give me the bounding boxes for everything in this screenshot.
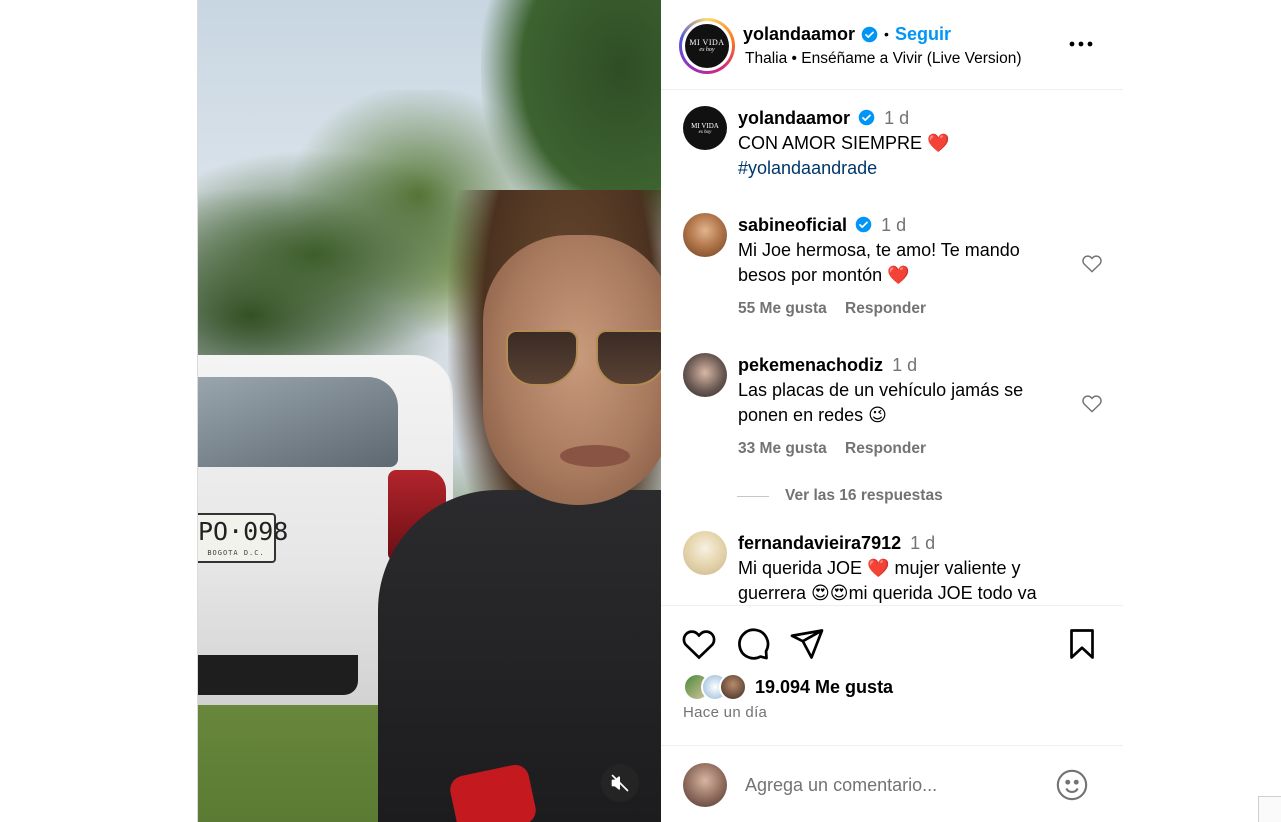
- header-user-row: yolandaamor • Seguir: [743, 22, 951, 46]
- replies-divider: [737, 495, 769, 497]
- comment-input[interactable]: [745, 772, 1045, 798]
- person-lips: [560, 445, 630, 467]
- verified-badge-icon: [858, 109, 875, 126]
- post-sidebar: MI VIDA es hoy yolandaamor • Seguir Thal…: [661, 0, 1123, 822]
- caption-username[interactable]: yolandaamor: [738, 108, 850, 128]
- comment-username[interactable]: fernandavieira7912: [738, 533, 901, 553]
- avatar-logo-text: MI VIDA: [689, 38, 725, 47]
- post-dialog: PO·098 BOGOTA D.C. MI VIDA es hoy yoland…: [197, 0, 1123, 822]
- person-sunglasses: [506, 330, 661, 390]
- caption-time: 1 d: [884, 108, 910, 128]
- more-options-button[interactable]: [1066, 32, 1096, 56]
- author-username[interactable]: yolandaamor: [743, 22, 855, 46]
- reply-button[interactable]: Responder: [845, 440, 926, 457]
- comment-text: Mi querida JOE ❤️ mujer valiente y guerr…: [738, 558, 1037, 603]
- plate-number: PO·098: [198, 517, 289, 546]
- heart-icon[interactable]: [1081, 253, 1103, 273]
- emoji-icon[interactable]: [1055, 768, 1089, 802]
- add-comment-bar: [661, 745, 1123, 822]
- send-icon[interactable]: [789, 626, 825, 662]
- comment-likes[interactable]: 33 Me gusta: [738, 440, 827, 457]
- view-replies-label: Ver las 16 respuestas: [785, 487, 943, 504]
- follow-button[interactable]: Seguir: [895, 22, 951, 46]
- mute-button[interactable]: [601, 764, 639, 802]
- comment-time: 1 d: [910, 533, 936, 553]
- commenter-avatar[interactable]: [683, 531, 727, 575]
- commenter-avatar[interactable]: [683, 213, 727, 257]
- comment-username[interactable]: pekemenachodiz: [738, 355, 883, 375]
- post-actions: 19.094 Me gusta Hace un día: [661, 605, 1123, 745]
- verified-badge-icon: [861, 26, 878, 42]
- license-plate: PO·098 BOGOTA D.C.: [198, 513, 288, 563]
- likes-summary[interactable]: 19.094 Me gusta: [683, 672, 893, 702]
- likes-count[interactable]: 19.094 Me gusta: [755, 677, 893, 698]
- caption-hashtag[interactable]: #yolandaandrade: [738, 156, 1058, 181]
- post-video[interactable]: PO·098 BOGOTA D.C.: [198, 0, 661, 822]
- comment-username[interactable]: sabineoficial: [738, 215, 847, 235]
- verified-badge-icon: [855, 216, 872, 233]
- heart-icon[interactable]: [681, 626, 717, 662]
- comment-likes[interactable]: 55 Me gusta: [738, 300, 827, 317]
- current-user-avatar: [683, 763, 727, 807]
- video-person: [378, 190, 661, 822]
- comment-time: 1 d: [892, 355, 918, 375]
- comment-time: 1 d: [881, 215, 907, 235]
- comment-icon[interactable]: [735, 626, 771, 662]
- liker-avatar: [719, 673, 747, 701]
- car-rear-window: [198, 377, 398, 467]
- plate-city: BOGOTA D.C.: [207, 549, 265, 557]
- comments-list[interactable]: MI VIDA es hoy yolandaamor 1 d CON AMOR S…: [661, 91, 1123, 605]
- speaker-muted-icon: [611, 774, 629, 792]
- caption-avatar[interactable]: MI VIDA es hoy: [683, 106, 727, 150]
- post-timestamp: Hace un día: [683, 704, 768, 721]
- more-horizontal-icon: [1069, 41, 1093, 47]
- view-replies-button[interactable]: Ver las 16 respuestas: [737, 487, 943, 505]
- caption-text: CON AMOR SIEMPRE ❤️: [738, 133, 950, 153]
- comment-text: Las placas de un vehículo jamás se ponen…: [738, 380, 1024, 425]
- commenter-avatar[interactable]: [683, 353, 727, 397]
- car-bumper: [198, 655, 358, 695]
- bookmark-icon[interactable]: [1064, 626, 1100, 662]
- heart-icon[interactable]: [1081, 393, 1103, 413]
- page-corner-widget: [1258, 796, 1281, 822]
- audio-track-link[interactable]: Thalia • Enséñame a Vivir (Live Version): [745, 49, 1022, 69]
- header-separator: •: [884, 26, 889, 42]
- author-avatar[interactable]: MI VIDA es hoy: [679, 18, 735, 74]
- avatar-logo-subtext: es hoy: [699, 47, 715, 53]
- post-header: MI VIDA es hoy yolandaamor • Seguir Thal…: [661, 0, 1123, 90]
- reply-button[interactable]: Responder: [845, 300, 926, 317]
- comment-text: Mi Joe hermosa, te amo! Te mando besos p…: [738, 240, 1020, 285]
